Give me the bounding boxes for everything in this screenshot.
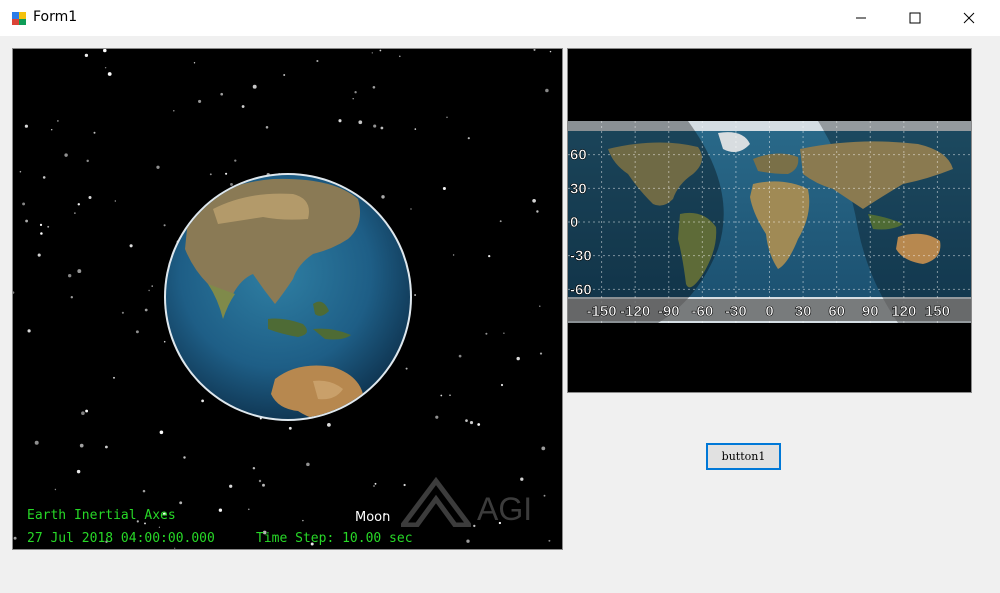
lon-label: 90 [862, 303, 879, 320]
lon-label: -150 [587, 303, 617, 320]
maximize-icon [909, 12, 921, 24]
minimize-icon [856, 17, 866, 19]
minimize-button[interactable] [838, 0, 884, 36]
datetime-readout: 27 Jul 2018 04:00:00.000 [27, 531, 215, 546]
app-icon [12, 12, 26, 25]
lat-label: -30 [570, 248, 592, 265]
agi-logo-icon [401, 477, 471, 527]
lon-label: 120 [891, 303, 916, 320]
map-2d-view[interactable]: 60 30 0 -30 -60 -150 -120 -90 -60 -30 0 30 60 90 120 1… [567, 48, 972, 393]
world-map: 60 30 0 -30 -60 -150 -120 -90 -60 -30 0 30 60 90 120 1… [568, 121, 971, 323]
lon-label: -120 [620, 303, 650, 320]
globe-3d-view[interactable]: Earth Inertial Axes 27 Jul 2018 04:00:00… [12, 48, 563, 550]
close-icon [963, 12, 975, 24]
maximize-button[interactable] [892, 0, 938, 36]
lon-label: 60 [828, 303, 845, 320]
close-button[interactable] [946, 0, 992, 36]
axes-label: Earth Inertial Axes [27, 508, 176, 523]
lon-label: 0 [765, 303, 773, 320]
lon-label: -30 [725, 303, 747, 320]
lat-label: 0 [570, 214, 578, 231]
lon-label: 150 [925, 303, 950, 320]
agi-logo-text: AGI [477, 491, 533, 527]
moon-label: Moon [355, 510, 391, 525]
lat-label: 30 [570, 180, 587, 197]
title-bar[interactable]: Form1 [0, 0, 1000, 36]
time-step-readout: Time Step: 10.00 sec [256, 531, 413, 546]
button1[interactable]: button1 [706, 443, 781, 470]
lat-label: 60 [570, 147, 587, 164]
lon-label: 30 [795, 303, 812, 320]
earth-globe [164, 173, 412, 421]
lon-label: -90 [658, 303, 680, 320]
lat-label: -60 [570, 281, 592, 298]
lon-label: -60 [691, 303, 713, 320]
window-title: Form1 [33, 9, 78, 25]
